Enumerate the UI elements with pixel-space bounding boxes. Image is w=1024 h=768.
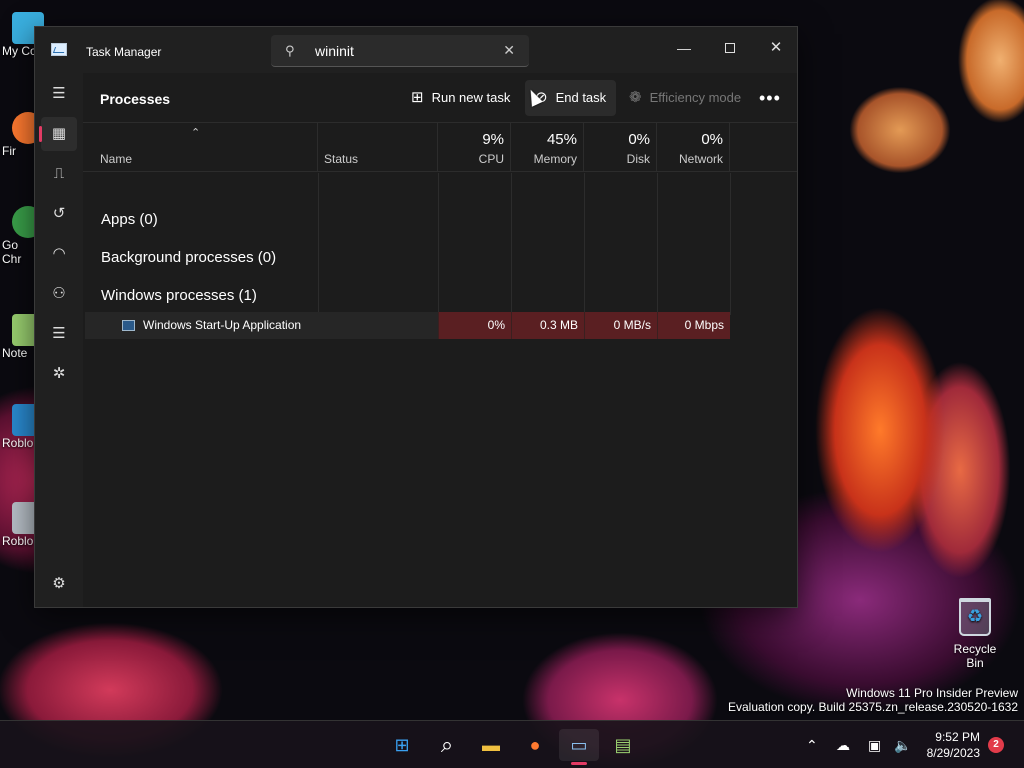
notepad-icon[interactable]: ▤ — [603, 729, 643, 761]
column-divider — [584, 173, 585, 315]
desktop-icon-recycle-bin[interactable]: Recycle Bin — [944, 598, 1006, 670]
column-label: CPU — [478, 152, 504, 166]
file-explorer-icon[interactable]: ▬ — [471, 729, 511, 761]
toolbar: Processes ⊞ Run new task ⊘ End task ❁ Effic… — [83, 73, 797, 123]
leaf-icon: ❁ — [629, 89, 642, 106]
firefox-icon[interactable]: ● — [515, 729, 555, 761]
evaluation-watermark: Windows 11 Pro Insider Preview Evaluatio… — [728, 686, 1018, 714]
search-icon: ⚲ — [285, 43, 295, 58]
network-cell: 0 Mbps — [657, 312, 730, 339]
column-header-status[interactable]: Status — [318, 123, 438, 172]
desktop-icon-label: Fir — [2, 144, 16, 158]
clear-search-icon[interactable]: ✕ — [503, 42, 515, 59]
more-options-button[interactable]: ••• — [755, 80, 785, 116]
start-icon[interactable]: ⊞ — [382, 729, 422, 761]
settings-icon[interactable]: ⚙ — [41, 567, 77, 601]
column-header-cpu[interactable]: 9% CPU — [438, 123, 511, 172]
group-header-apps[interactable]: Apps (0) — [101, 211, 158, 228]
table-row[interactable]: Windows Start-Up Application 0% 0.3 MB 0… — [85, 312, 730, 339]
minimize-button[interactable]: — — [661, 33, 707, 63]
desktop-icon-label: Roblo — [2, 534, 34, 548]
column-divider — [438, 173, 439, 315]
table-header: ⌃ Name Status 9% CPU 45% Memory 0% Disk … — [83, 123, 797, 172]
task-manager-icon[interactable]: ▭ — [559, 729, 599, 765]
process-icon — [122, 320, 135, 331]
services-icon[interactable]: ✲ — [41, 357, 77, 391]
hamburger-menu-icon[interactable]: ☰ — [41, 77, 77, 111]
desktop-icon-label: My Co — [2, 44, 36, 58]
column-divider — [657, 173, 658, 315]
column-header-disk[interactable]: 0% Disk — [584, 123, 657, 172]
memory-total-percent: 45% — [546, 131, 577, 148]
taskbar: ⊞ ⌕ ▬ ● ▭ ▤ ⌃ ☁ ▣ 🔈 9:52 PM 8/29/2023 2 — [0, 720, 1024, 768]
desktop-icon-label: Note — [2, 346, 28, 360]
close-button[interactable]: ✕ — [753, 33, 799, 63]
processes-page: Processes ⊞ Run new task ⊘ End task ❁ Effic… — [83, 73, 797, 607]
search-box[interactable]: ⚲ ✕ — [271, 35, 529, 67]
watermark-line-2: Evaluation copy. Build 25375.zn_release.… — [728, 700, 1018, 714]
sort-ascending-icon: ⌃ — [191, 127, 201, 139]
column-header-memory[interactable]: 45% Memory — [511, 123, 584, 172]
group-header-windows-processes[interactable]: Windows processes (1) — [101, 287, 257, 304]
watermark-line-1: Windows 11 Pro Insider Preview — [846, 686, 1018, 700]
window-title: Task Manager — [86, 45, 162, 59]
column-header-name[interactable]: ⌃ Name — [83, 123, 318, 172]
task-manager-app-icon — [51, 43, 67, 56]
cpu-cell: 0% — [438, 312, 511, 339]
time-text: 9:52 PM — [935, 730, 980, 744]
maximize-button[interactable] — [707, 33, 753, 63]
recycle-bin-label: Recycle Bin — [953, 642, 997, 670]
app-history-icon[interactable]: ↺ — [41, 197, 77, 231]
volume-muted-icon[interactable]: 🔈 — [894, 721, 911, 768]
onedrive-icon[interactable]: ☁ — [836, 721, 850, 768]
disk-total-percent: 0% — [628, 131, 650, 148]
performance-icon[interactable]: ⎍ — [41, 157, 77, 191]
details-icon[interactable]: ☰ — [41, 317, 77, 351]
show-hidden-icons-chevron-icon[interactable]: ⌃ — [806, 721, 818, 768]
network-icon[interactable]: ▣ — [868, 721, 881, 768]
memory-cell: 0.3 MB — [511, 312, 584, 339]
desktop-icon-label: Go Chr — [2, 238, 22, 266]
run-new-task-icon: ⊞ — [411, 89, 424, 106]
column-label: Network — [678, 152, 723, 166]
title-bar[interactable]: Task Manager ⚲ ✕ — ✕ — [35, 27, 797, 73]
task-manager-window: Task Manager ⚲ ✕ — ✕ ☰ ▦ ⎍ ↺ ◠ ⚇ ☰ ✲ ⚙ P… — [34, 26, 798, 608]
column-header-network[interactable]: 0% Network — [657, 123, 730, 172]
column-divider — [318, 173, 319, 315]
end-task-label: End task — [555, 90, 607, 105]
recycle-bin-icon — [959, 598, 991, 636]
column-label: Disk — [626, 152, 650, 166]
column-label: Name — [100, 152, 133, 166]
column-label: Status — [324, 152, 359, 166]
disk-cell: 0 MB/s — [584, 312, 657, 339]
date-text: 8/29/2023 — [926, 746, 980, 760]
search-icon[interactable]: ⌕ — [427, 729, 467, 761]
network-total-percent: 0% — [701, 131, 723, 148]
desktop-icon-label: Roblo — [2, 436, 34, 450]
maximize-icon — [725, 43, 735, 53]
column-label: Memory — [533, 152, 577, 166]
group-header-background-processes[interactable]: Background processes (0) — [101, 249, 276, 266]
column-divider — [511, 173, 512, 315]
startup-apps-icon[interactable]: ◠ — [41, 237, 77, 271]
page-title: Processes — [100, 91, 171, 107]
navigation-rail: ☰ ▦ ⎍ ↺ ◠ ⚇ ☰ ✲ ⚙ — [35, 73, 83, 607]
cpu-total-percent: 9% — [482, 131, 504, 148]
users-icon[interactable]: ⚇ — [41, 277, 77, 311]
run-new-task-button[interactable]: ⊞ Run new task — [401, 80, 520, 116]
efficiency-mode-label: Efficiency mode — [649, 90, 742, 105]
processes-icon[interactable]: ▦ — [39, 117, 77, 151]
column-divider — [730, 173, 731, 315]
efficiency-mode-button[interactable]: ❁ Efficiency mode — [619, 80, 751, 116]
process-name: Windows Start-Up Application — [143, 318, 302, 332]
notification-badge[interactable]: 2 — [988, 737, 1004, 753]
run-new-task-label: Run new task — [431, 90, 511, 105]
clock[interactable]: 9:52 PM 8/29/2023 — [918, 729, 980, 761]
search-input[interactable] — [315, 41, 495, 61]
